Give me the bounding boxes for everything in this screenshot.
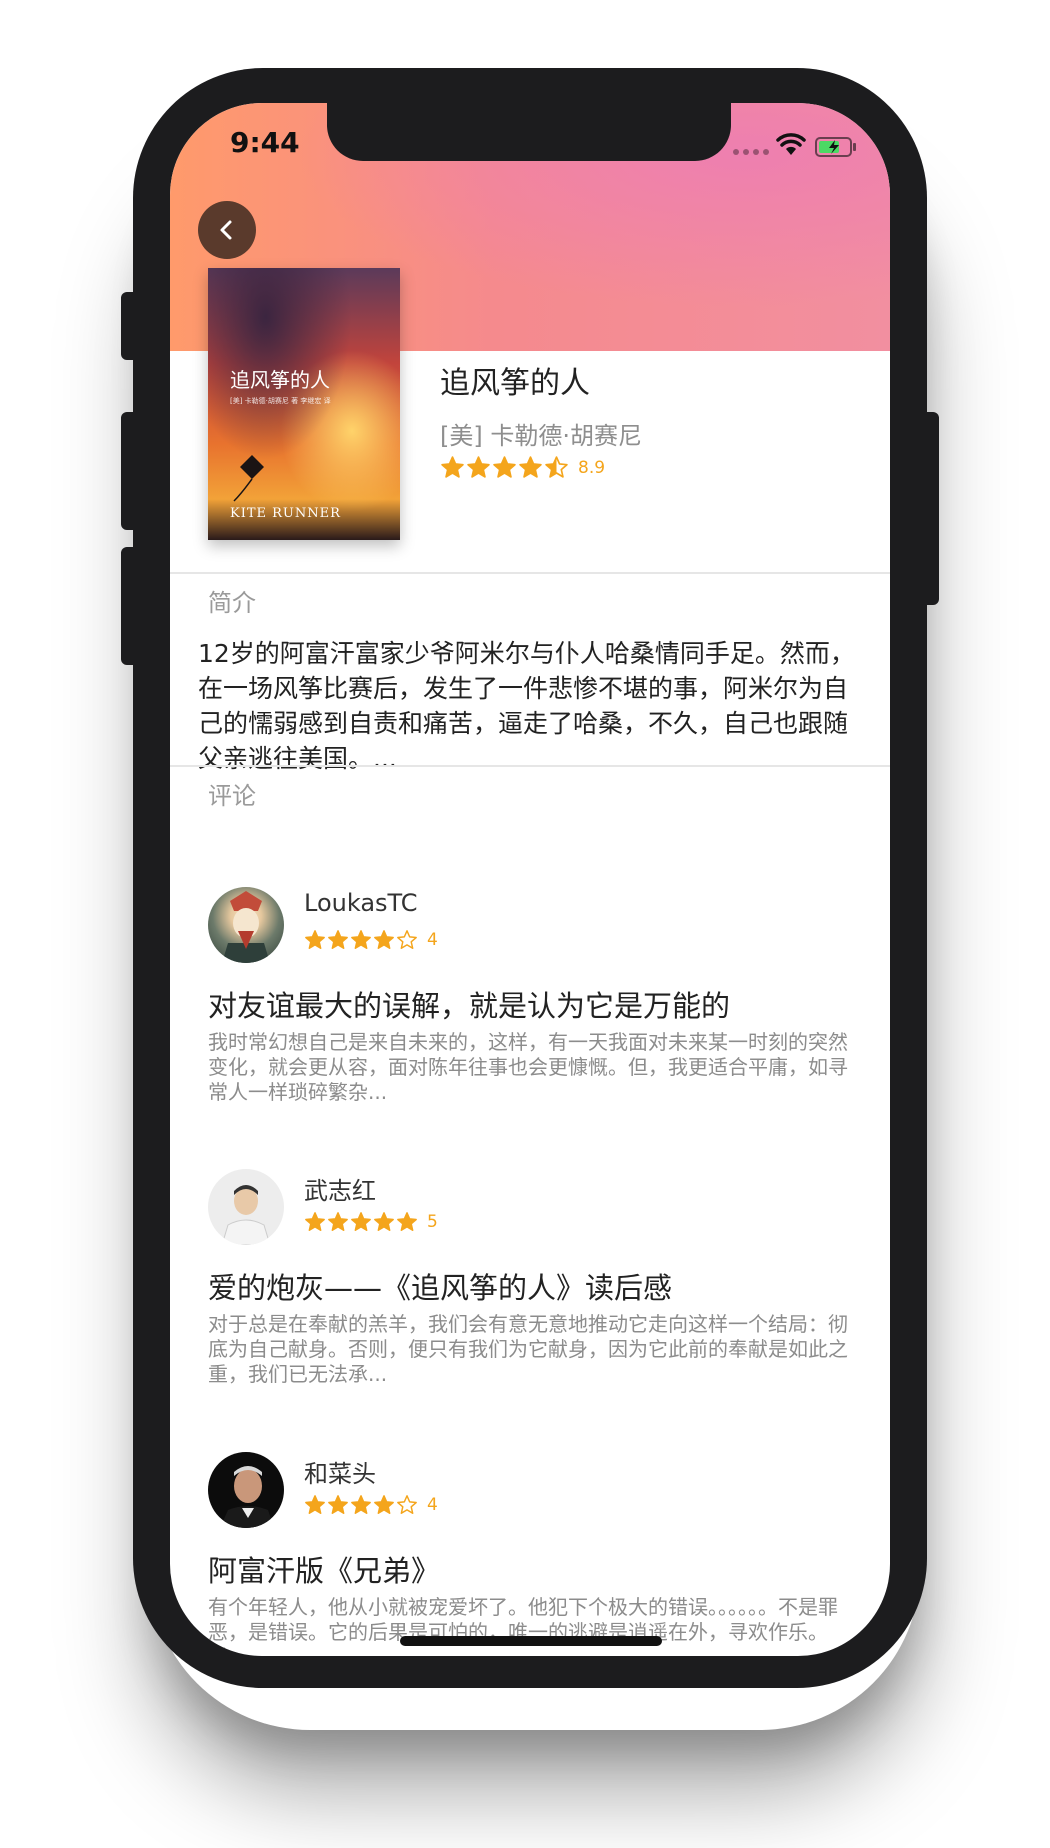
star-filled-icon bbox=[305, 930, 325, 949]
book-title: 追风筝的人 bbox=[440, 366, 590, 401]
rating-stars bbox=[304, 1211, 419, 1233]
star-filled-icon bbox=[397, 1212, 417, 1231]
reviewer-name: LoukasTC bbox=[304, 889, 418, 917]
review-title: 阿富汗版《兄弟》 bbox=[208, 1554, 441, 1588]
cover-subtitle: [美] 卡勒德·胡赛尼 著 李继宏 译 bbox=[230, 397, 331, 405]
rating-stars bbox=[304, 929, 419, 951]
divider bbox=[170, 572, 890, 574]
star-empty-icon bbox=[397, 1495, 417, 1514]
review-rating: 4 bbox=[304, 1494, 438, 1516]
chevron-left-icon bbox=[220, 220, 232, 240]
star-filled-icon bbox=[305, 1212, 325, 1231]
star-empty-icon bbox=[397, 930, 417, 949]
avatar-photo-icon bbox=[220, 1466, 274, 1528]
notch bbox=[327, 103, 731, 161]
review-body: 有个年轻人，他从小就被宠爱坏了。他犯下个极大的错误。。。。。。不是罪恶，是错误。… bbox=[208, 1595, 838, 1656]
star-filled-icon bbox=[351, 1495, 371, 1514]
star-half-icon bbox=[545, 456, 568, 478]
star-filled-icon bbox=[467, 456, 490, 478]
review-title: 爱的炮灰——《追风筝的人》读后感 bbox=[208, 1271, 673, 1305]
star-filled-icon bbox=[519, 456, 542, 478]
star-filled-icon bbox=[351, 1212, 371, 1231]
battery-charging-icon bbox=[815, 137, 856, 157]
book-rating: 8.9 bbox=[440, 455, 605, 480]
rating-stars bbox=[440, 455, 570, 480]
reviewer-name: 武志红 bbox=[304, 1177, 376, 1205]
cover-english-title: KITE RUNNER bbox=[230, 506, 341, 521]
cover-title: 追风筝的人 bbox=[230, 368, 330, 392]
avatar-photo-icon bbox=[221, 1185, 271, 1245]
book-cover: 追风筝的人 [美] 卡勒德·胡赛尼 著 李继宏 译 KITE RUNNER bbox=[208, 268, 400, 540]
avatar-illustration-icon bbox=[222, 891, 270, 963]
star-filled-icon bbox=[374, 1495, 394, 1514]
review-body: 对于总是在奉献的羔羊，我们会有意无意地推动它走向这样一个结局：彻底为自己献身。否… bbox=[208, 1312, 848, 1386]
status-time: 9:44 bbox=[230, 126, 300, 159]
avatar bbox=[208, 1169, 284, 1245]
reviews-label: 评论 bbox=[208, 782, 256, 810]
kite-icon bbox=[233, 455, 264, 502]
star-filled-icon bbox=[328, 930, 348, 949]
star-filled-icon bbox=[305, 1495, 325, 1514]
cellular-signal-icon bbox=[733, 149, 769, 155]
rating-value: 4 bbox=[427, 930, 438, 950]
intro-label: 简介 bbox=[208, 589, 256, 617]
screen: 9:44 追风筝的人 [美] 卡勒德·胡赛尼 著 李继宏 译 KITE RUNN… bbox=[170, 103, 890, 1656]
rating-value: 5 bbox=[427, 1212, 438, 1232]
book-author: [美] 卡勒德·胡赛尼 bbox=[440, 422, 642, 450]
rating-value: 8.9 bbox=[578, 457, 606, 478]
star-filled-icon bbox=[493, 456, 516, 478]
reviewer-name: 和菜头 bbox=[304, 1460, 376, 1488]
star-filled-icon bbox=[328, 1212, 348, 1231]
review-rating: 5 bbox=[304, 1211, 438, 1233]
star-filled-icon bbox=[374, 930, 394, 949]
rating-stars bbox=[304, 1494, 419, 1516]
review-title: 对友谊最大的误解，就是认为它是万能的 bbox=[208, 989, 731, 1023]
avatar bbox=[208, 1452, 284, 1528]
avatar bbox=[208, 887, 284, 963]
home-indicator[interactable] bbox=[400, 1636, 662, 1646]
divider bbox=[170, 765, 890, 767]
rating-value: 4 bbox=[427, 1495, 438, 1515]
wifi-icon bbox=[776, 133, 806, 155]
star-filled-icon bbox=[374, 1212, 394, 1231]
review-body: 我时常幻想自己是来自未来的，这样，有一天我面对未来某一时刻的突然变化，就会更从容… bbox=[208, 1030, 848, 1104]
review-rating: 4 bbox=[304, 929, 438, 951]
star-filled-icon bbox=[441, 456, 464, 478]
star-filled-icon bbox=[351, 930, 371, 949]
star-filled-icon bbox=[328, 1495, 348, 1514]
intro-text: 12岁的阿富汗富家少爷阿米尔与仆人哈桑情同手足。然而，在一场风筝比赛后，发生了一… bbox=[198, 639, 855, 773]
back-button[interactable] bbox=[198, 201, 256, 259]
